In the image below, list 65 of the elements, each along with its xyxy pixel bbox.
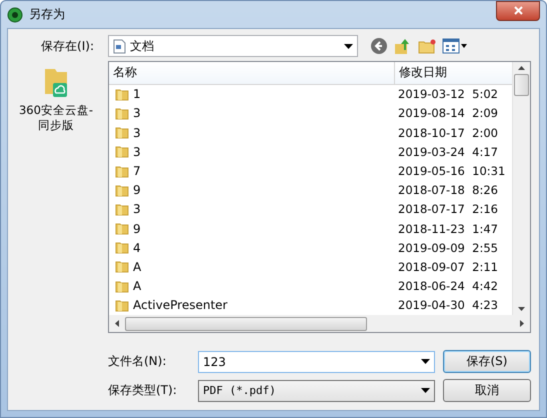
file-name[interactable]: A <box>133 260 142 274</box>
file-name-label: 文件名(N): <box>108 353 168 370</box>
new-folder-icon[interactable] <box>418 38 436 54</box>
scroll-thumb[interactable] <box>125 316 367 330</box>
folder-icon <box>115 184 129 197</box>
file-type-label: 保存类型(T): <box>108 382 178 399</box>
file-name[interactable]: 3 <box>133 126 141 140</box>
folder-icon <box>115 298 129 312</box>
folder-icon <box>115 280 129 293</box>
location-dropdown[interactable]: 文档 <box>108 35 358 57</box>
file-name[interactable]: 7 <box>133 164 141 178</box>
folder-icon <box>115 106 129 120</box>
scroll-right-icon[interactable] <box>518 320 526 327</box>
modified-date: 2018-11-23 1:47 <box>397 222 499 236</box>
dropdown-arrow-icon[interactable] <box>421 359 430 364</box>
window-title: 另存为 <box>29 6 65 23</box>
app-icon <box>7 6 23 22</box>
modified-date: 2019-04-30 4:23 <box>397 298 499 312</box>
save-button[interactable]: 保存(S) <box>443 350 531 373</box>
file-name[interactable]: 9 <box>133 183 141 198</box>
modified-date: 2018-07-17 2:16 <box>397 202 499 216</box>
modified-date: 2018-07-18 8:26 <box>397 183 499 198</box>
dropdown-arrow-icon[interactable] <box>344 44 353 48</box>
modified-date: 2019-03-24 4:17 <box>397 144 499 159</box>
view-menu-icon[interactable] <box>442 38 468 54</box>
column-header[interactable]: 名称 <box>109 62 394 84</box>
folder-icon <box>115 88 129 101</box>
file-type-dropdown[interactable]: PDF (*.pdf) <box>198 380 435 402</box>
folder-icon <box>115 202 129 216</box>
folder-icon <box>115 241 129 254</box>
modified-date: 2019-03-12 5:02 <box>397 87 499 102</box>
cloud-folder-icon <box>43 67 69 99</box>
file-name[interactable]: 1 <box>133 87 141 102</box>
close-button[interactable] <box>496 0 540 20</box>
modified-date: 2018-10-17 2:00 <box>397 126 499 140</box>
location-label: 保存在(I): <box>40 38 95 54</box>
back-icon[interactable] <box>370 37 388 55</box>
document-icon <box>113 38 126 54</box>
folder-icon <box>115 164 129 178</box>
up-folder-icon[interactable] <box>394 37 412 55</box>
file-name[interactable]: 9 <box>133 222 141 236</box>
file-name[interactable]: ActivePresenter <box>133 298 228 312</box>
dropdown-arrow-icon[interactable] <box>421 388 430 393</box>
close-icon <box>514 6 522 15</box>
modified-date: 2019-08-14 2:09 <box>397 106 499 120</box>
folder-icon <box>115 222 129 236</box>
file-name[interactable]: 4 <box>133 240 141 255</box>
vertical-scrollbar[interactable] <box>512 62 530 315</box>
modified-date: 2019-05-16 10:31 <box>397 164 506 178</box>
modified-date: 2018-09-07 2:11 <box>397 260 499 274</box>
file-name[interactable]: A <box>133 279 142 294</box>
file-name[interactable]: 3 <box>133 144 141 159</box>
horizontal-scrollbar[interactable] <box>109 315 530 332</box>
file-name-field[interactable]: 123 <box>198 350 435 372</box>
file-name[interactable]: 3 <box>133 202 141 216</box>
folder-icon <box>115 145 129 158</box>
folder-icon <box>115 260 129 274</box>
scroll-left-icon[interactable] <box>113 320 121 327</box>
modified-date: 2018-06-24 4:42 <box>397 279 499 294</box>
place-item[interactable]: 360安全云盘-同步版 <box>13 67 99 133</box>
file-name[interactable]: 3 <box>133 106 141 120</box>
scroll-thumb[interactable] <box>514 74 529 96</box>
folder-icon <box>115 126 129 140</box>
modified-date: 2019-09-09 2:55 <box>397 240 499 255</box>
cancel-button[interactable]: 取消 <box>443 379 531 402</box>
